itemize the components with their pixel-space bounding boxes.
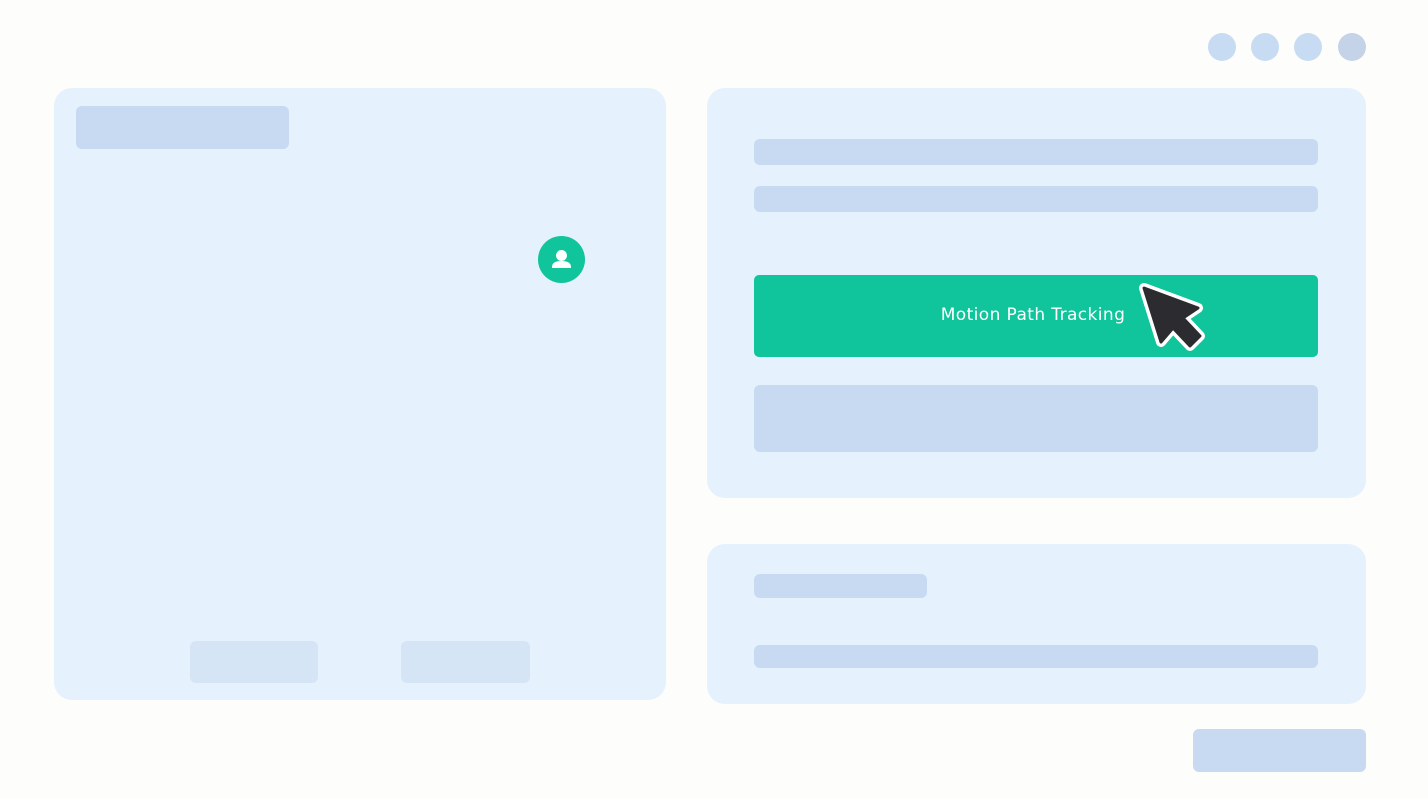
left-panel-title-placeholder <box>76 106 289 149</box>
left-panel-button-placeholder[interactable] <box>401 641 530 683</box>
window-control-dot[interactable] <box>1208 33 1236 61</box>
text-line-placeholder <box>754 139 1318 165</box>
text-line-placeholder <box>754 186 1318 212</box>
heading-placeholder <box>754 574 927 598</box>
left-panel <box>54 88 666 700</box>
action-button-placeholder[interactable] <box>1193 729 1366 772</box>
window-control-dot[interactable] <box>1338 33 1366 61</box>
motion-path-tracking-button[interactable]: Motion Path Tracking <box>754 275 1318 357</box>
right-bottom-panel <box>707 544 1366 704</box>
avatar[interactable] <box>538 236 585 283</box>
text-line-placeholder <box>754 645 1318 668</box>
mouse-pointer-icon <box>1139 283 1205 351</box>
motion-path-tracking-label: Motion Path Tracking <box>940 305 1126 325</box>
window-control-dot[interactable] <box>1294 33 1322 61</box>
window-control-dot[interactable] <box>1251 33 1279 61</box>
left-panel-button-placeholder[interactable] <box>190 641 318 683</box>
user-icon <box>552 250 571 268</box>
content-block-placeholder <box>754 385 1318 452</box>
